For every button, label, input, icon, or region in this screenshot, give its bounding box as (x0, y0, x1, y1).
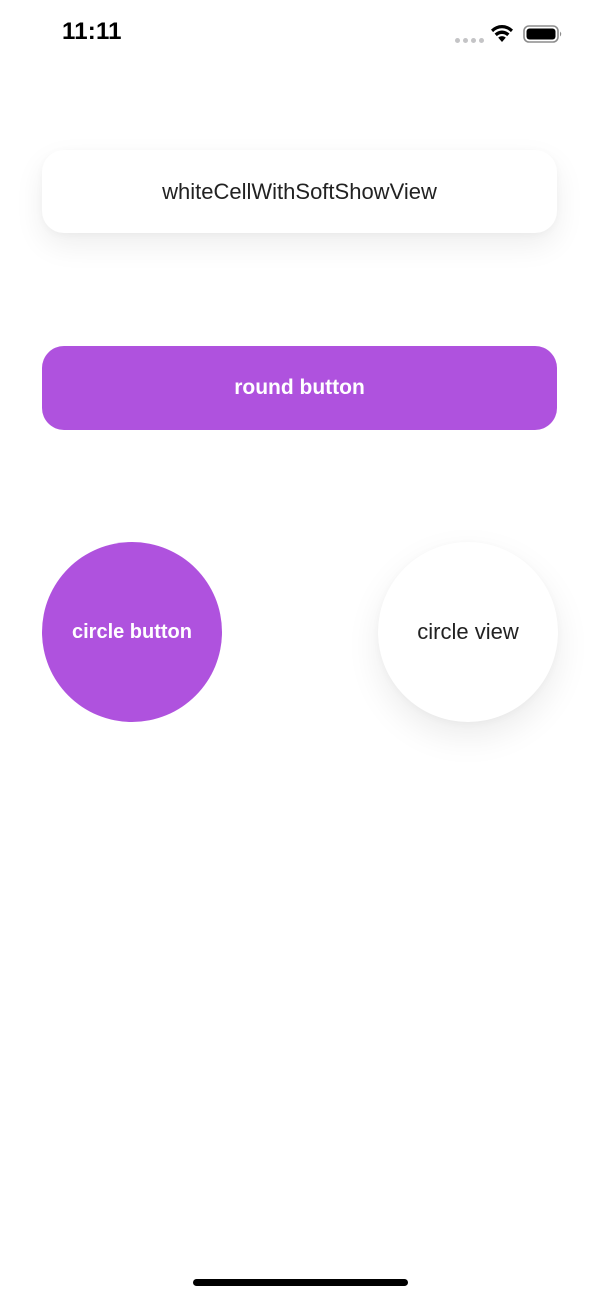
wifi-icon (491, 25, 513, 42)
signal-dots-icon (455, 38, 484, 43)
status-time: 11:11 (62, 18, 122, 45)
white-cell-soft-shadow-view: whiteCellWithSoftShowView (42, 150, 557, 233)
status-bar: 11:11 (0, 0, 600, 70)
circle-view: circle view (378, 542, 558, 722)
circle-button[interactable]: circle button (42, 542, 222, 722)
home-indicator[interactable] (193, 1279, 408, 1286)
round-button[interactable]: round button (42, 346, 557, 430)
battery-icon (523, 25, 562, 43)
